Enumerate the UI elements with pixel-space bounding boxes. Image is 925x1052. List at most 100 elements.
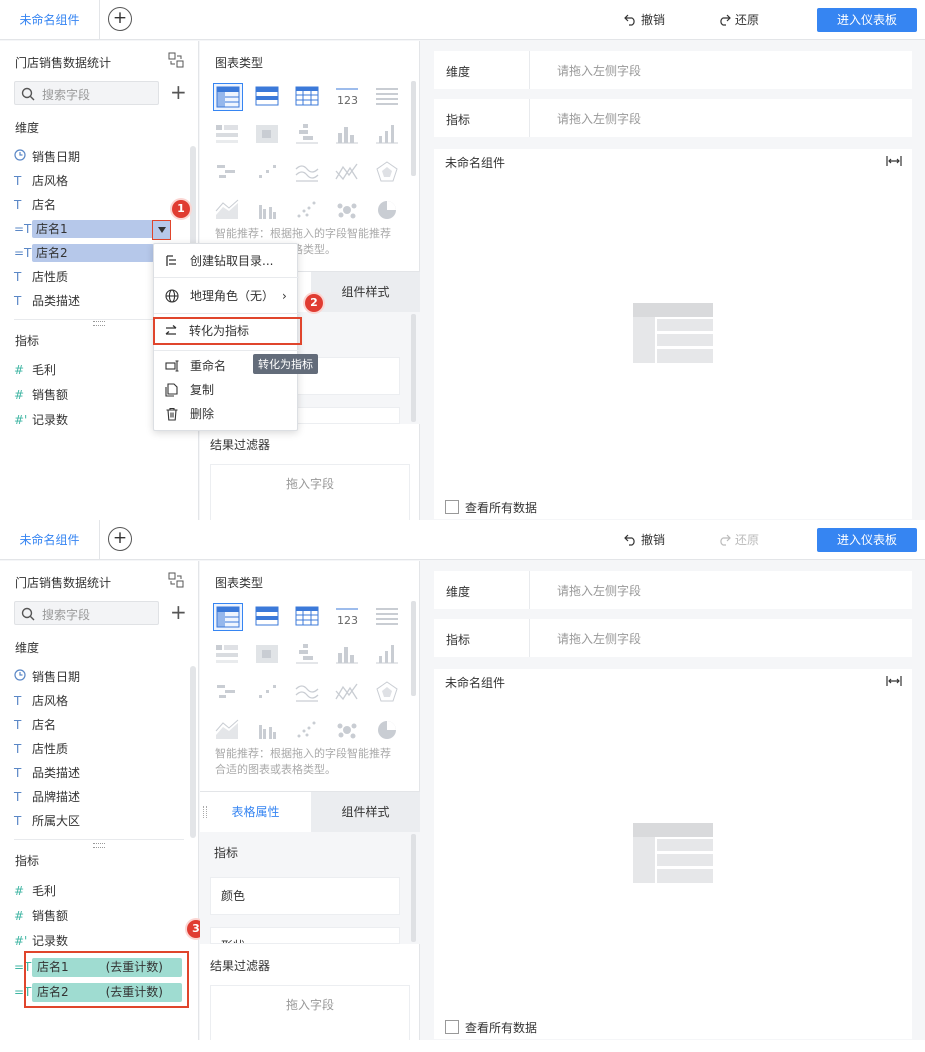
resize-grip[interactable] <box>93 843 105 848</box>
enter-dashboard-button[interactable]: 进入仪表板 <box>817 8 917 32</box>
line-chart-icon[interactable] <box>293 679 323 707</box>
bar-chart-icon[interactable] <box>373 121 403 149</box>
radar-line-icon[interactable] <box>333 159 363 187</box>
measure-dropzone[interactable]: 指标 请拖入左侧字段 <box>434 619 912 657</box>
gantt-icon[interactable] <box>213 159 243 187</box>
menu-item-geo-role[interactable]: 地理角色（无） › <box>154 284 299 308</box>
stacked-bar-icon[interactable] <box>293 121 323 149</box>
table-icon[interactable] <box>213 83 243 111</box>
dimension-field[interactable]: 销售日期 <box>14 668 80 687</box>
dimension-scrollbar[interactable] <box>190 666 196 838</box>
grouped-bar-icon[interactable] <box>253 197 283 225</box>
dimension-field-selected[interactable]: =T 店名1 <box>14 220 157 239</box>
dimension-field[interactable]: T 店名 <box>14 716 56 735</box>
line-chart-icon[interactable] <box>293 159 323 187</box>
add-component-button[interactable]: + <box>108 7 132 31</box>
radar-chart-icon[interactable] <box>373 679 403 707</box>
table-icon[interactable] <box>213 603 243 631</box>
redo-button[interactable]: 还原 <box>718 520 759 560</box>
add-component-button[interactable]: + <box>108 527 132 551</box>
switch-dataset-icon[interactable] <box>168 52 184 68</box>
crosstab-icon[interactable] <box>253 603 283 631</box>
menu-item-delete[interactable]: 删除 <box>154 402 299 426</box>
radar-line-icon[interactable] <box>333 679 363 707</box>
undo-button[interactable]: 撤销 <box>624 520 665 560</box>
detail-table-icon[interactable] <box>293 83 323 111</box>
dot-plot-icon[interactable] <box>293 197 323 225</box>
measure-dropzone[interactable]: 指标 请拖入左侧字段 <box>434 99 912 137</box>
grouped-bar-icon[interactable] <box>253 717 283 745</box>
dimension-dropzone[interactable]: 维度 请拖入左侧字段 <box>434 51 912 89</box>
redo-button[interactable]: 还原 <box>718 0 759 40</box>
crosstab-icon[interactable] <box>253 83 283 111</box>
gantt-icon[interactable] <box>213 679 243 707</box>
chart-type-scrollbar[interactable] <box>411 81 416 176</box>
component-tab[interactable]: 未命名组件 <box>0 520 100 560</box>
stacked-bar-icon[interactable] <box>293 641 323 669</box>
field-search-input[interactable]: 搜索字段 <box>14 81 159 105</box>
component-tab[interactable]: 未命名组件 <box>0 0 100 40</box>
prop-shape[interactable]: 形状 <box>210 927 400 944</box>
heatmap-table-icon[interactable] <box>213 121 243 149</box>
view-all-checkbox[interactable] <box>445 1020 459 1034</box>
view-all-checkbox[interactable] <box>445 500 459 514</box>
menu-item-copy[interactable]: 复制 <box>154 378 299 402</box>
column-chart-icon[interactable] <box>333 121 363 149</box>
chart-type-scrollbar[interactable] <box>411 601 416 696</box>
enter-dashboard-button[interactable]: 进入仪表板 <box>817 528 917 552</box>
dimension-field[interactable]: T 店风格 <box>14 692 68 711</box>
dimension-field[interactable]: T 店名 <box>14 196 56 215</box>
dimension-field[interactable]: T 店性质 <box>14 268 68 287</box>
menu-item-convert-to-measure[interactable]: 转化为指标 <box>153 317 302 345</box>
text-table-icon[interactable] <box>373 83 403 111</box>
field-dropdown-button[interactable] <box>152 220 171 240</box>
kpi-number-icon[interactable]: 123 <box>333 83 363 111</box>
tab-component-style[interactable]: 组件样式 <box>311 792 420 832</box>
result-filter-dropzone[interactable]: 拖入字段 <box>210 464 410 520</box>
measure-field[interactable]: # 毛利 <box>14 361 56 380</box>
add-field-button[interactable]: + <box>170 81 187 103</box>
column-chart-icon[interactable] <box>333 641 363 669</box>
tab-table-properties[interactable]: 表格属性 <box>200 792 311 832</box>
prop-color[interactable]: 颜色 <box>210 877 400 915</box>
expand-width-icon[interactable] <box>886 155 902 167</box>
dimension-dropzone[interactable]: 维度 请拖入左侧字段 <box>434 571 912 609</box>
measure-field[interactable]: #' 记录数 <box>14 932 68 951</box>
add-field-button[interactable]: + <box>170 601 187 623</box>
expand-width-icon[interactable] <box>886 675 902 687</box>
scatter-icon[interactable] <box>253 679 283 707</box>
property-scrollbar[interactable] <box>411 314 416 422</box>
text-table-icon[interactable] <box>373 603 403 631</box>
bubble-icon[interactable] <box>333 197 363 225</box>
measure-field[interactable]: #' 记录数 <box>14 411 68 430</box>
resize-grip[interactable] <box>93 321 105 326</box>
area-chart-icon[interactable] <box>213 717 243 745</box>
switch-dataset-icon[interactable] <box>168 572 184 588</box>
heatmap-table-icon[interactable] <box>213 641 243 669</box>
kpi-number-icon[interactable]: 123 <box>333 603 363 631</box>
heatmap-icon[interactable] <box>253 641 283 669</box>
dot-plot-icon[interactable] <box>293 717 323 745</box>
field-search-input[interactable]: 搜索字段 <box>14 601 159 625</box>
dimension-scrollbar[interactable] <box>190 146 196 258</box>
scatter-icon[interactable] <box>253 159 283 187</box>
dimension-field[interactable]: T 店性质 <box>14 740 68 759</box>
property-scrollbar[interactable] <box>411 834 416 942</box>
dimension-field[interactable]: T 品类描述 <box>14 292 80 311</box>
measure-field[interactable]: # 销售额 <box>14 386 68 405</box>
detail-table-icon[interactable] <box>293 603 323 631</box>
dimension-field[interactable]: T 品牌描述 <box>14 788 80 807</box>
dimension-field[interactable]: T 所属大区 <box>14 812 80 831</box>
measure-field[interactable]: # 销售额 <box>14 907 68 926</box>
pie-chart-icon[interactable] <box>373 197 403 225</box>
heatmap-icon[interactable] <box>253 121 283 149</box>
dimension-field[interactable]: 销售日期 <box>14 148 80 167</box>
area-chart-icon[interactable] <box>213 197 243 225</box>
tab-component-style[interactable]: 组件样式 <box>311 272 420 312</box>
measure-field[interactable]: # 毛利 <box>14 882 56 901</box>
bubble-icon[interactable] <box>333 717 363 745</box>
radar-chart-icon[interactable] <box>373 159 403 187</box>
undo-button[interactable]: 撤销 <box>624 0 665 40</box>
dimension-field[interactable]: T 品类描述 <box>14 764 80 783</box>
menu-item-create-drill[interactable]: 创建钻取目录... <box>154 249 299 273</box>
